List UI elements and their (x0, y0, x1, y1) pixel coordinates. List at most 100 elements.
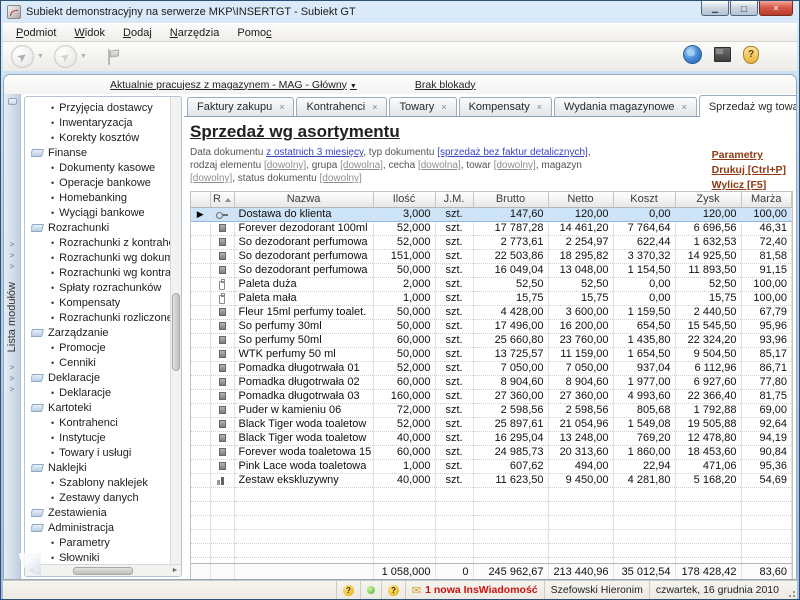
scroll-left-icon[interactable]: ◄ (26, 567, 36, 574)
sidebar-item[interactable]: •Deklaracje (31, 385, 170, 400)
table-row[interactable]: Forever woda toaletowa 1560,000szt.24 98… (191, 445, 792, 459)
tab-active[interactable]: Sprzedaż wg towarów× (699, 95, 797, 117)
tab-2[interactable]: Towary× (389, 97, 456, 116)
filter-link[interactable]: [dowolna] (418, 160, 461, 171)
close-button[interactable]: ✕ (759, 1, 793, 16)
chevron-down-icon[interactable]: ▼ (80, 53, 87, 60)
sidebar-item[interactable]: •Towary i usługi (31, 445, 170, 460)
sidebar-item[interactable]: •Kompensaty (31, 295, 170, 310)
globe-icon[interactable] (683, 45, 702, 64)
chevron-right-icon[interactable]: > (10, 384, 15, 395)
filter-link[interactable]: [dowolny] (320, 173, 362, 184)
table-row[interactable]: Paleta mała1,000szt.15,7515,750,0015,751… (191, 291, 792, 305)
tab-1[interactable]: Kontrahenci× (296, 97, 387, 116)
table-row[interactable]: So dezodorant perfumowa52,000szt.2 773,6… (191, 235, 792, 249)
sidebar-item[interactable]: •Rozrachunki wg kontrahentów (31, 265, 170, 280)
table-row[interactable]: Black Tiger woda toaletow52,000szt.25 89… (191, 417, 792, 431)
lock-status-link[interactable]: Brak blokady (415, 79, 476, 91)
table-row[interactable]: Black Tiger woda toaletow40,000szt.16 29… (191, 431, 792, 445)
sidebar-section[interactable]: Administracja (31, 520, 170, 535)
action-link[interactable]: Drukuj [Ctrl+P] (712, 164, 786, 176)
messages-segment[interactable]: ✉ 1 nowa InsWiadomość (405, 581, 544, 599)
sidebar-item[interactable]: •Rozrachunki wg dokumentów (31, 250, 170, 265)
tab-3[interactable]: Kompensaty× (459, 97, 552, 116)
flag-button[interactable] (105, 47, 121, 67)
table-row[interactable]: WTK perfumy 50 ml50,000szt.13 725,5711 1… (191, 347, 792, 361)
filter-link[interactable]: [sprzedaż bez faktur detalicznych] (437, 147, 588, 158)
table-row[interactable]: So dezodorant perfumowa151,000szt.22 503… (191, 249, 792, 263)
menu-item[interactable]: Pomoc (228, 25, 280, 41)
scrollbar-thumb[interactable] (73, 567, 133, 575)
chevron-right-icon[interactable]: > (10, 250, 15, 261)
sidebar-section[interactable]: Kartoteki (31, 400, 170, 415)
sidebar-item[interactable]: •Spłaty rozrachunków (31, 280, 170, 295)
column-header-name[interactable]: Nazwa (234, 192, 373, 207)
filter-link[interactable]: z ostatnich 3 miesięcy (266, 147, 363, 158)
sidebar-section[interactable]: Deklaracje (31, 370, 170, 385)
table-row[interactable]: ▶Dostawa do klienta3,000szt.147,60120,00… (191, 207, 792, 221)
cube-icon[interactable] (714, 47, 731, 62)
tab-0[interactable]: Faktury zakupu× (187, 97, 294, 116)
column-header-zysk[interactable]: Zysk (675, 192, 741, 207)
sidebar-section[interactable]: Zarządzanie (31, 325, 170, 340)
resize-grip[interactable] (785, 581, 797, 599)
sidebar-item[interactable]: •Rozrachunki rozliczone (31, 310, 170, 325)
sidebar-section[interactable]: Finanse (31, 145, 170, 160)
column-header-koszt[interactable]: Koszt (613, 192, 675, 207)
chevron-right-icon[interactable]: > (10, 362, 15, 373)
close-icon[interactable]: × (537, 102, 542, 112)
sidebar-section[interactable]: Rozrachunki (31, 220, 170, 235)
table-row[interactable]: Pomadka długotrwała 0152,000szt.7 050,00… (191, 361, 792, 375)
column-header-sel[interactable] (191, 192, 210, 207)
sidebar-item[interactable]: •Zestawy danych (31, 490, 170, 505)
menu-item[interactable]: Widok (65, 25, 114, 41)
sidebar-item[interactable]: •Inwentaryzacja (31, 115, 170, 130)
sidebar-item[interactable]: •Korekty kosztów (31, 130, 170, 145)
tab-4[interactable]: Wydania magazynowe× (554, 97, 697, 116)
filter-link[interactable]: [dowolny] (494, 160, 536, 171)
close-icon[interactable]: × (441, 102, 446, 112)
table-row[interactable]: Pink Lace woda toaletowa1,000szt.607,624… (191, 459, 792, 473)
filter-link[interactable]: [dowolna] (340, 160, 383, 171)
column-header-qty[interactable]: Ilość (373, 192, 435, 207)
sidebar-item[interactable]: •Instytucje (31, 430, 170, 445)
chevron-down-icon[interactable]: ▼ (37, 53, 44, 60)
table-row[interactable]: Puder w kamieniu 0672,000szt.2 598,562 5… (191, 403, 792, 417)
sidebar-item[interactable]: •Homebanking (31, 190, 170, 205)
nav-forward-button[interactable]: ➤ (54, 45, 77, 68)
sidebar-item[interactable]: •Słowniki (31, 550, 170, 564)
action-link[interactable]: Parametry (712, 149, 763, 161)
menu-item[interactable]: Narzędzia (161, 25, 229, 41)
table-row[interactable]: Pomadka długotrwała 0260,000szt.8 904,60… (191, 375, 792, 389)
warehouse-selector[interactable]: Aktualnie pracujesz z magazynem - MAG - … (110, 79, 357, 91)
table-row[interactable]: Pomadka długotrwała 03160,000szt.27 360,… (191, 389, 792, 403)
column-header-jm[interactable]: J.M. (435, 192, 473, 207)
column-header-netto[interactable]: Netto (548, 192, 613, 207)
sidebar-vertical-scrollbar[interactable] (170, 97, 181, 564)
table-row[interactable]: Fleur 15ml perfumy toalet.50,000szt.4 42… (191, 305, 792, 319)
scrollbar-thumb[interactable] (172, 293, 180, 371)
sidebar-item[interactable]: •Wyciągi bankowe (31, 205, 170, 220)
column-header-brutto[interactable]: Brutto (473, 192, 548, 207)
close-icon[interactable]: × (682, 102, 687, 112)
minimize-button[interactable]: ▁ (701, 1, 729, 16)
nav-back-button[interactable]: ➤ (11, 45, 34, 68)
table-row[interactable]: So perfumy 30ml50,000szt.17 496,0016 200… (191, 319, 792, 333)
help-indicator[interactable]: ? (336, 581, 360, 599)
column-header-r[interactable]: R (210, 192, 234, 207)
sidebar-item[interactable]: •Cenniki (31, 355, 170, 370)
close-icon[interactable]: × (279, 102, 284, 112)
table-row[interactable]: So perfumy 50ml60,000szt.25 660,8023 760… (191, 333, 792, 347)
menu-item[interactable]: Podmiot (7, 25, 65, 41)
scroll-right-icon[interactable]: ► (170, 567, 180, 574)
sidebar-horizontal-scrollbar[interactable]: ◄ ► (25, 564, 181, 576)
module-strip-chevrons[interactable]: >>> (10, 362, 15, 395)
chevron-right-icon[interactable]: > (10, 373, 15, 384)
table-row[interactable]: Paleta duża2,000szt.52,5052,500,0052,501… (191, 277, 792, 291)
column-header-marza[interactable]: Marża (741, 192, 792, 207)
filter-link[interactable]: [dowolny] (190, 173, 232, 184)
sidebar-item[interactable]: •Dokumenty kasowe (31, 160, 170, 175)
table-row[interactable]: Forever dezodorant 100ml52,000szt.17 787… (191, 221, 792, 235)
module-strip[interactable]: >>> Lista modułów >>> (4, 94, 21, 579)
sidebar-section[interactable]: Zestawienia (31, 505, 170, 520)
